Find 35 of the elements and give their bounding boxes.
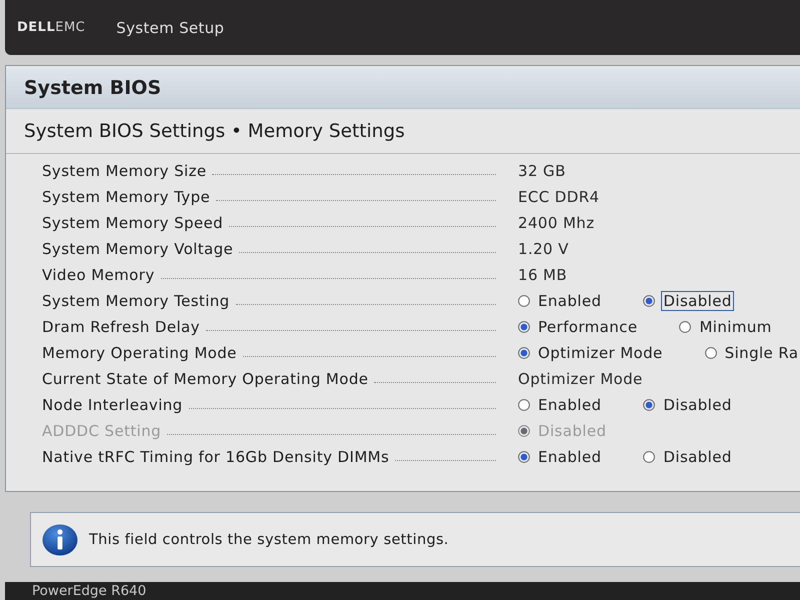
radio-option[interactable]: Enabled	[518, 447, 604, 467]
radio-option[interactable]: Single Ra	[704, 343, 800, 363]
setting-label: Dram Refresh Delay	[42, 318, 200, 336]
setting-label: System Memory Voltage	[42, 240, 234, 258]
model-name: PowerEdge R640	[32, 583, 146, 599]
panel-title: System BIOS	[24, 77, 162, 99]
radio-option[interactable]: Enabled	[518, 395, 604, 415]
setting-label: Current State of Memory Operating Mode	[42, 370, 368, 388]
setting-value: 2400 Mhz	[518, 214, 594, 232]
setting-label: System Memory Type	[42, 188, 210, 206]
setting-value: 32 GB	[518, 162, 566, 180]
setting-value: 1.20 V	[518, 240, 569, 258]
setting-label: Video Memory	[42, 266, 155, 284]
radio-option: Disabled	[518, 421, 608, 441]
setting-label: Memory Operating Mode	[42, 344, 237, 362]
setting-label: System Memory Size	[42, 162, 206, 180]
brand-logo: DELLEMC	[17, 20, 86, 35]
radio-option[interactable]: Disabled	[643, 447, 734, 467]
setting-label: Native tRFC Timing for 16Gb Density DIMMs	[42, 448, 390, 466]
radio-option[interactable]: Performance	[518, 317, 640, 337]
radio-option[interactable]: Disabled	[643, 395, 734, 415]
radio-option[interactable]: Enabled	[518, 291, 604, 311]
setting-label: ADDDC Setting	[42, 422, 162, 440]
info-icon	[42, 522, 78, 558]
setting-value: ECC DDR4	[518, 188, 600, 206]
help-text: This field controls the system memory settings.	[89, 532, 449, 548]
breadcrumb-title: System BIOS Settings • Memory Settings	[24, 120, 405, 142]
setting-value: 16 MB	[518, 266, 568, 284]
radio-option[interactable]: Minimum	[679, 317, 774, 337]
setting-label: Node Interleaving	[42, 396, 183, 414]
radio-option[interactable]: Optimizer Mode	[518, 343, 665, 363]
setting-label: System Memory Speed	[42, 214, 224, 232]
setting-label: System Memory Testing	[42, 292, 230, 310]
setting-value: Optimizer Mode	[518, 370, 643, 388]
app-title: System Setup	[116, 18, 224, 36]
